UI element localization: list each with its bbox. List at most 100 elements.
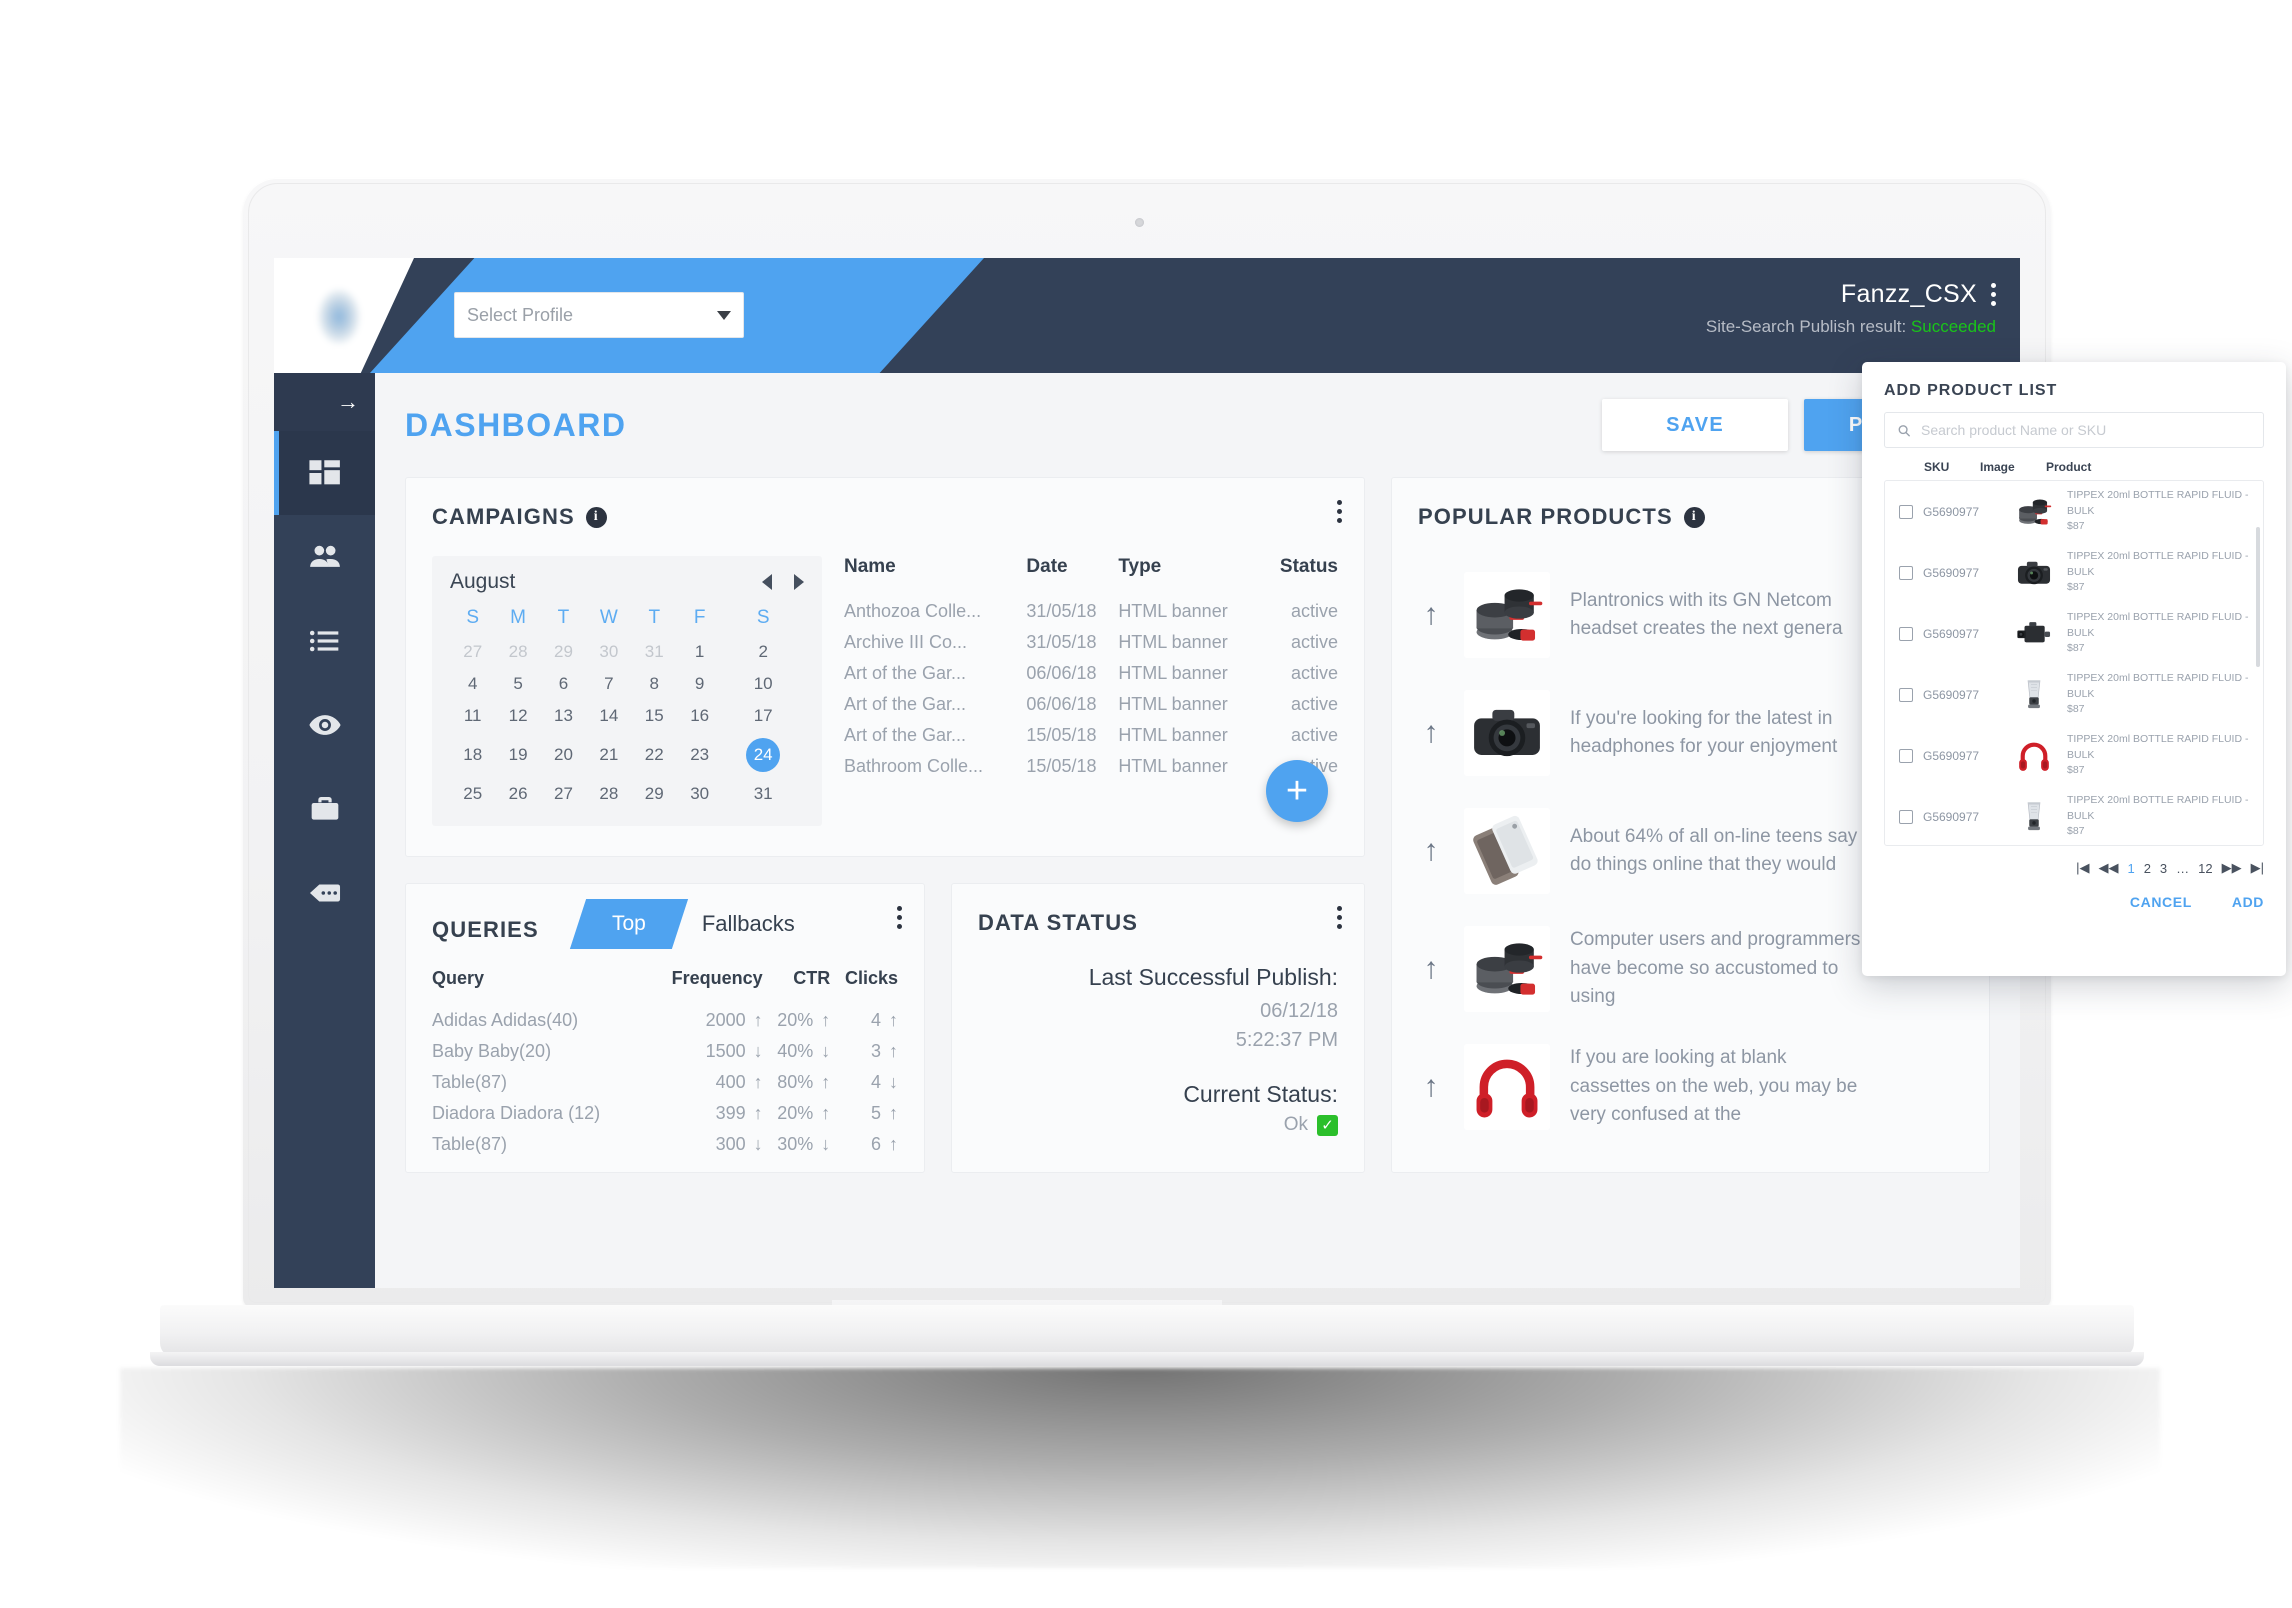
table-row[interactable]: Art of the Gar... 06/06/18 HTML banner acti… xyxy=(844,689,1338,720)
calendar-day[interactable]: 17 xyxy=(722,700,804,732)
calendar-day[interactable]: 31 xyxy=(632,636,677,668)
add-campaign-fab[interactable]: + xyxy=(1266,760,1328,822)
pager-page[interactable]: 1 xyxy=(2127,861,2134,876)
search-input[interactable] xyxy=(1920,422,2251,438)
save-button[interactable]: SAVE xyxy=(1602,399,1788,451)
calendar-day[interactable]: 28 xyxy=(586,778,631,810)
calendar-day[interactable]: 12 xyxy=(495,700,540,732)
table-row[interactable]: Bathroom Colle...15/05/18HTML banneracti… xyxy=(844,751,1338,782)
table-row[interactable]: Diadora Diadora (12) 399 ↑ 20% ↑ 5 ↑ xyxy=(432,1098,898,1129)
sidebar-item-more[interactable] xyxy=(274,851,375,935)
cancel-button[interactable]: CANCEL xyxy=(2130,894,2192,910)
calendar-day[interactable]: 15 xyxy=(632,700,677,732)
arrow-right-icon: → xyxy=(337,389,359,414)
calendar-day[interactable]: 28 xyxy=(495,636,540,668)
modal-scrollbar[interactable] xyxy=(2256,527,2260,667)
tab-fallbacks[interactable]: Fallbacks xyxy=(680,898,817,950)
list-item[interactable]: G5690977 TIPPEX 20ml BOTTLE RAPID FLUID … xyxy=(1885,481,2263,542)
cookware-set-icon xyxy=(1464,572,1550,658)
calendar-day[interactable]: 27 xyxy=(450,636,495,668)
pager-page[interactable]: 3 xyxy=(2160,861,2167,876)
table-row[interactable]: Art of the Gar... 15/05/18 HTML banner acti… xyxy=(844,720,1338,751)
pager-page[interactable]: 2 xyxy=(2144,861,2151,876)
calendar-day[interactable]: 30 xyxy=(677,778,722,810)
sidebar-item-business[interactable] xyxy=(274,767,375,851)
table-row[interactable]: Baby Baby(20) 1500 ↓ 40% ↓ 3 ↑ xyxy=(432,1036,898,1067)
modal-product-list[interactable]: G5690977 TIPPEX 20ml BOTTLE RAPID FLUID … xyxy=(1884,480,2264,846)
calendar-day[interactable]: 19 xyxy=(495,732,540,778)
calendar-day[interactable]: 11 xyxy=(450,700,495,732)
calendar-day[interactable]: 4 xyxy=(450,668,495,700)
calendar-day[interactable]: 29 xyxy=(632,778,677,810)
calendar-day[interactable]: 26 xyxy=(495,778,540,810)
calendar-day[interactable]: 22 xyxy=(632,732,677,778)
calendar-prev-icon[interactable] xyxy=(762,574,772,590)
avatar xyxy=(296,274,382,356)
calendar-day[interactable]: 10 xyxy=(722,668,804,700)
pager-page[interactable]: 12 xyxy=(2198,861,2212,876)
sidebar-collapse-toggle[interactable]: → xyxy=(274,373,375,431)
blender-icon xyxy=(2001,797,2067,837)
calendar-day[interactable]: 21 xyxy=(586,732,631,778)
query-clicks: 4 ↑ xyxy=(870,1010,898,1030)
list-item[interactable]: G5690977 TIPPEX 20ml BOTTLE RAPID FLUID … xyxy=(1885,542,2263,603)
info-icon[interactable]: i xyxy=(585,506,607,528)
row-checkbox[interactable] xyxy=(1899,809,1913,824)
table-row[interactable]: Table(87) 400 ↑ 80% ↑ 4 ↓ xyxy=(432,1067,898,1098)
pager-page[interactable]: … xyxy=(2176,861,2189,876)
pager-prev[interactable]: ◀◀ xyxy=(2098,860,2118,876)
calendar-day[interactable]: 9 xyxy=(677,668,722,700)
table-cell: Art of the Gar... xyxy=(844,725,967,745)
calendar-day[interactable]: 14 xyxy=(586,700,631,732)
calendar-day[interactable]: 16 xyxy=(677,700,722,732)
row-checkbox[interactable] xyxy=(1899,748,1913,763)
info-icon[interactable]: i xyxy=(1683,506,1705,528)
list-item[interactable]: G5690977 TIPPEX 20ml BOTTLE RAPID FLUID … xyxy=(1885,664,2263,725)
calendar-day[interactable]: 5 xyxy=(495,668,540,700)
list-item[interactable]: G5690977 TIPPEX 20ml BOTTLE RAPID FLUID … xyxy=(1885,786,2263,845)
calendar-day[interactable]: 20 xyxy=(541,732,586,778)
calendar-day[interactable]: 25 xyxy=(450,778,495,810)
sidebar-item-users[interactable] xyxy=(274,515,375,599)
list-item[interactable]: G5690977 TIPPEX 20ml BOTTLE RAPID FLUID … xyxy=(1885,725,2263,786)
campaigns-menu-kebab-icon[interactable] xyxy=(1337,500,1342,523)
calendar-day[interactable]: 31 xyxy=(722,778,804,810)
row-checkbox[interactable] xyxy=(1899,687,1913,702)
tab-top[interactable]: Top xyxy=(569,899,688,949)
table-row[interactable]: Archive III Co... 31/05/18 HTML banner acti… xyxy=(844,627,1338,658)
queries-menu-kebab-icon[interactable] xyxy=(897,906,902,929)
data-status-menu-kebab-icon[interactable] xyxy=(1337,906,1342,929)
account-menu-kebab-icon[interactable] xyxy=(1991,283,1996,306)
calendar-day[interactable]: 18 xyxy=(450,732,495,778)
calendar-day[interactable]: 7 xyxy=(586,668,631,700)
add-button[interactable]: ADD xyxy=(2232,894,2264,910)
row-checkbox[interactable] xyxy=(1899,626,1913,641)
sidebar-item-preview[interactable] xyxy=(274,683,375,767)
product-search-field[interactable] xyxy=(1884,412,2264,448)
calendar-day[interactable]: 1 xyxy=(677,636,722,668)
pager-first[interactable]: |◀ xyxy=(2076,860,2089,876)
calendar-day[interactable]: 30 xyxy=(586,636,631,668)
list-item[interactable]: ↑ If you are looking at blank cassettes … xyxy=(1418,1028,1963,1146)
calendar-next-icon[interactable] xyxy=(794,574,804,590)
table-row[interactable]: Table(87) 300 ↓ 30% ↓ 6 ↑ xyxy=(432,1129,898,1160)
calendar-day[interactable]: 13 xyxy=(541,700,586,732)
calendar-day[interactable]: 2 xyxy=(722,636,804,668)
sidebar-item-list[interactable] xyxy=(274,599,375,683)
table-row[interactable]: Anthozoa Colle... 31/05/18 HTML banner acti… xyxy=(844,596,1338,627)
calendar-day[interactable]: 23 xyxy=(677,732,722,778)
calendar-day[interactable]: 29 xyxy=(541,636,586,668)
table-row[interactable]: Art of the Gar... 06/06/18 HTML banner acti… xyxy=(844,658,1338,689)
row-checkbox[interactable] xyxy=(1899,504,1913,519)
pager-last[interactable]: ▶| xyxy=(2251,860,2264,876)
profile-select[interactable]: Select Profile xyxy=(454,292,744,338)
calendar-day-selected[interactable]: 24 xyxy=(722,732,804,778)
calendar-day[interactable]: 8 xyxy=(632,668,677,700)
calendar-day[interactable]: 6 xyxy=(541,668,586,700)
list-item[interactable]: G5690977 TIPPEX 20ml BOTTLE RAPID FLUID … xyxy=(1885,603,2263,664)
pager-next[interactable]: ▶▶ xyxy=(2222,860,2242,876)
table-row[interactable]: Adidas Adidas(40) 2000 ↑ 20% ↑ 4 ↑ xyxy=(432,1005,898,1036)
sidebar-item-dashboard[interactable] xyxy=(274,431,375,515)
calendar-day[interactable]: 27 xyxy=(541,778,586,810)
row-checkbox[interactable] xyxy=(1899,565,1913,580)
